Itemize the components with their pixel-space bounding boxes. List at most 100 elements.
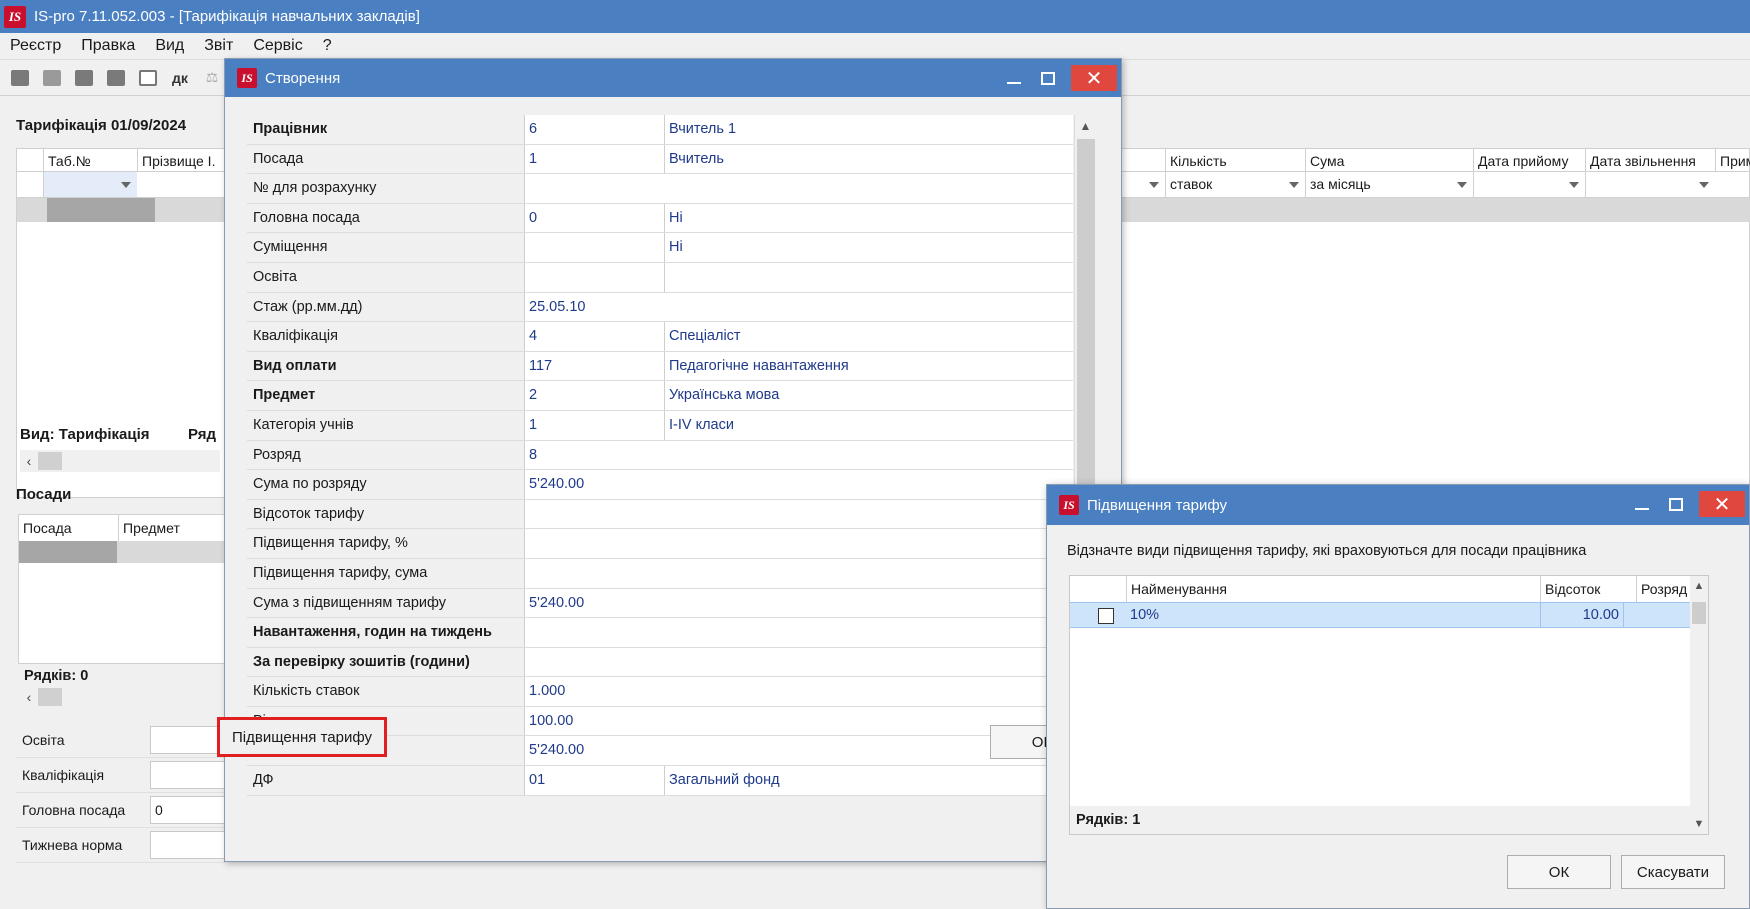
field-value[interactable] bbox=[525, 647, 1073, 677]
field-label: Навантаження, годин на тиждень bbox=[247, 618, 525, 647]
filter-hire-date[interactable] bbox=[1473, 172, 1585, 197]
vertical-scrollbar[interactable]: ▲ bbox=[1074, 115, 1096, 495]
column-header-grade[interactable]: Розряд bbox=[1636, 576, 1696, 602]
menu-item-servis[interactable]: Сервіс bbox=[243, 37, 312, 55]
kvalifikacia-field[interactable] bbox=[150, 761, 226, 789]
raise-types-table[interactable]: Найменування Відсоток Розряд 10% 10.00 ▲… bbox=[1069, 575, 1709, 835]
menu-item-zvit[interactable]: Звіт bbox=[194, 37, 243, 55]
field-code[interactable] bbox=[525, 262, 665, 292]
field-name[interactable]: I-IV класи bbox=[665, 410, 1073, 440]
scroll-left-icon[interactable]: ‹ bbox=[20, 453, 38, 469]
ok-button[interactable]: ОК bbox=[1507, 855, 1611, 889]
horizontal-scrollbar[interactable]: ‹ bbox=[20, 686, 220, 708]
column-header-hire-date[interactable]: Дата прийому bbox=[1473, 149, 1585, 173]
field-value[interactable] bbox=[525, 529, 1073, 558]
column-header-posada[interactable]: Посада bbox=[19, 515, 119, 541]
maximize-button[interactable] bbox=[1659, 491, 1693, 517]
raise-dialog-title-bar[interactable]: IS Підвищення тарифу ✕ bbox=[1047, 485, 1749, 525]
column-header-predmet[interactable]: Предмет bbox=[119, 515, 229, 541]
scroll-thumb[interactable] bbox=[1077, 139, 1095, 489]
raise-tariff-button[interactable]: Підвищення тарифу bbox=[217, 717, 387, 757]
delete-icon[interactable] bbox=[104, 66, 128, 90]
calc-icon[interactable]: ⚖ bbox=[200, 66, 224, 90]
scroll-thumb[interactable] bbox=[38, 688, 62, 706]
filter-dismissal-date[interactable] bbox=[1585, 172, 1715, 197]
edit-icon[interactable] bbox=[72, 66, 96, 90]
column-header-note[interactable]: Прим bbox=[1715, 149, 1750, 173]
field-name[interactable]: Українська мова bbox=[665, 381, 1073, 410]
column-header-percent[interactable]: Відсоток bbox=[1540, 576, 1636, 602]
field-name[interactable]: Вчитель 1 bbox=[665, 115, 1073, 144]
field-name[interactable]: Ні bbox=[665, 233, 1073, 262]
field-code[interactable]: 01 bbox=[525, 766, 665, 795]
scroll-thumb[interactable] bbox=[1692, 602, 1706, 624]
field-value[interactable]: 5'240.00 bbox=[525, 588, 1073, 618]
scroll-left-icon[interactable]: ‹ bbox=[20, 689, 38, 705]
menu-item-reestr[interactable]: Реєстр bbox=[0, 37, 71, 55]
form-row: Посада 1 Вчитель bbox=[247, 144, 1073, 175]
filter-tab-no[interactable] bbox=[43, 172, 137, 197]
column-header-suma[interactable]: Сума bbox=[1305, 149, 1473, 173]
table-row[interactable]: 10% 10.00 bbox=[1070, 602, 1696, 628]
field-label: Підвищення тарифу, сума bbox=[247, 558, 525, 588]
minimize-button[interactable] bbox=[1625, 491, 1659, 517]
column-header-tab-no[interactable]: Таб.№ bbox=[43, 149, 137, 173]
scroll-up-icon[interactable]: ▲ bbox=[1690, 580, 1708, 592]
scroll-thumb[interactable] bbox=[38, 452, 62, 470]
close-button[interactable]: ✕ bbox=[1071, 65, 1117, 91]
scroll-up-icon[interactable]: ▲ bbox=[1075, 115, 1096, 137]
horizontal-scrollbar[interactable]: ‹ bbox=[20, 450, 220, 472]
copy-icon[interactable] bbox=[136, 66, 160, 90]
menu-item-pravka[interactable]: Правка bbox=[71, 37, 145, 55]
debit-credit-icon[interactable]: дк bbox=[168, 66, 192, 90]
field-name[interactable]: Педагогічне навантаження bbox=[665, 351, 1073, 381]
field-name[interactable] bbox=[665, 262, 1073, 292]
close-button[interactable]: ✕ bbox=[1699, 491, 1745, 517]
maximize-button[interactable] bbox=[1031, 65, 1065, 91]
vertical-scrollbar[interactable]: ▲ ▼ bbox=[1690, 576, 1708, 834]
column-header-dismissal-date[interactable]: Дата звільнення bbox=[1585, 149, 1715, 173]
field-label: Сума з підвищенням тарифу bbox=[247, 588, 525, 618]
new-item-icon[interactable] bbox=[40, 66, 64, 90]
scroll-down-icon[interactable]: ▼ bbox=[1690, 818, 1708, 830]
field-name[interactable]: Спеціаліст bbox=[665, 322, 1073, 351]
field-value[interactable] bbox=[525, 618, 1073, 647]
field-code[interactable]: 4 bbox=[525, 322, 665, 351]
filter-kilkist[interactable]: ставок bbox=[1165, 172, 1305, 197]
column-header-kilkist[interactable]: Кількість bbox=[1165, 149, 1305, 173]
column-header-surname[interactable]: Прізвище І. bbox=[137, 149, 227, 173]
field-value[interactable]: 5'240.00 bbox=[525, 470, 1073, 499]
field-code[interactable]: 2 bbox=[525, 381, 665, 410]
column-header-name[interactable]: Найменування bbox=[1126, 576, 1540, 602]
field-code[interactable]: 1 bbox=[525, 410, 665, 440]
field-value[interactable]: 25.05.10 bbox=[525, 292, 1073, 322]
field-code[interactable]: 1 bbox=[525, 144, 665, 174]
cancel-button[interactable]: Скасувати bbox=[1621, 855, 1725, 889]
maximize-icon bbox=[1669, 497, 1683, 511]
field-value[interactable] bbox=[525, 558, 1073, 588]
field-value[interactable] bbox=[525, 174, 1073, 203]
field-value[interactable]: 1.000 bbox=[525, 677, 1073, 706]
table-row[interactable] bbox=[19, 541, 117, 563]
osvita-field[interactable] bbox=[150, 726, 226, 754]
menu-item-help[interactable]: ? bbox=[313, 37, 342, 55]
menu-item-vyd[interactable]: Вид bbox=[145, 37, 194, 55]
field-code[interactable] bbox=[525, 233, 665, 262]
field-value[interactable] bbox=[525, 499, 1073, 529]
filter-suma[interactable]: за місяць bbox=[1305, 172, 1473, 197]
row-checkbox[interactable] bbox=[1098, 608, 1114, 624]
field-code[interactable]: 0 bbox=[525, 203, 665, 233]
field-value[interactable]: 8 bbox=[525, 440, 1073, 470]
field-name[interactable]: Ні bbox=[665, 203, 1073, 233]
golovna-posada-field[interactable]: 0 bbox=[150, 796, 226, 824]
form-row: Сума по розряду 5'240.00 bbox=[247, 470, 1073, 500]
folder-icon[interactable] bbox=[8, 66, 32, 90]
field-code[interactable]: 6 bbox=[525, 115, 665, 144]
field-code[interactable]: 117 bbox=[525, 351, 665, 381]
field-name[interactable]: Загальний фонд bbox=[665, 766, 1073, 795]
positions-table[interactable]: Посада Предмет bbox=[18, 514, 229, 664]
field-name[interactable]: Вчитель bbox=[665, 144, 1073, 174]
create-dialog-title-bar[interactable]: IS Створення ✕ bbox=[225, 59, 1121, 97]
minimize-button[interactable] bbox=[997, 65, 1031, 91]
tyzhneva-norma-field[interactable] bbox=[150, 831, 226, 859]
